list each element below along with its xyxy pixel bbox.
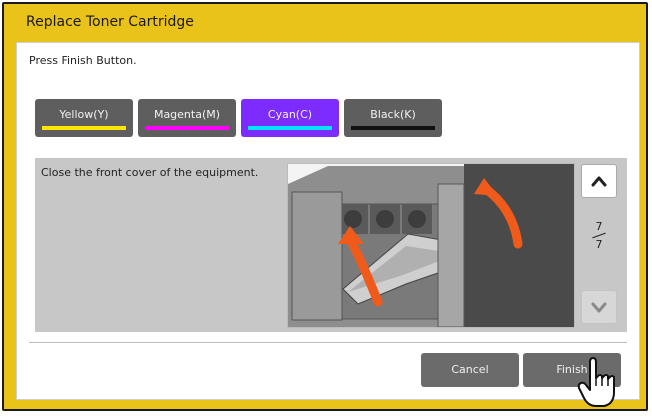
- color-bar-yellow: [42, 126, 126, 130]
- chevron-up-icon: [591, 176, 607, 187]
- toner-label-cyan: Cyan(C): [267, 108, 313, 121]
- page-current: 7: [595, 220, 603, 233]
- toner-label-black: Black(K): [370, 108, 416, 121]
- cancel-button[interactable]: Cancel: [421, 353, 519, 387]
- color-bar-magenta: [145, 126, 229, 130]
- step-content: Close the front cover of the equipment.: [35, 158, 627, 332]
- title-bar: Replace Toner Cartridge: [4, 4, 646, 44]
- scroll-up-button[interactable]: [581, 164, 617, 198]
- step-message: Close the front cover of the equipment.: [41, 166, 259, 179]
- scroll-down-button[interactable]: [581, 290, 617, 324]
- step-illustration: [287, 163, 575, 328]
- toner-label-magenta: Magenta(M): [153, 108, 221, 121]
- instruction-text: Press Finish Button.: [29, 54, 137, 67]
- dialog-panel: Press Finish Button. Yellow(Y) Magenta(M…: [16, 42, 640, 400]
- toner-button-magenta[interactable]: Magenta(M): [138, 99, 236, 137]
- color-bar-black: [351, 126, 435, 130]
- toner-button-cyan[interactable]: Cyan(C): [241, 99, 339, 137]
- footer-divider: [29, 342, 627, 343]
- chevron-down-icon: [591, 302, 607, 313]
- toner-button-black[interactable]: Black(K): [344, 99, 442, 137]
- dialog-frame: Replace Toner Cartridge Press Finish But…: [2, 2, 648, 411]
- page-total: 7: [595, 238, 603, 251]
- color-bar-cyan: [248, 126, 332, 130]
- dialog-title: Replace Toner Cartridge: [26, 14, 194, 30]
- printer-illustration: [288, 164, 574, 327]
- toner-button-yellow[interactable]: Yellow(Y): [35, 99, 133, 137]
- toner-label-yellow: Yellow(Y): [59, 108, 109, 121]
- page-indicator: 7 7: [581, 220, 617, 251]
- hand-pointer-icon: [577, 357, 615, 407]
